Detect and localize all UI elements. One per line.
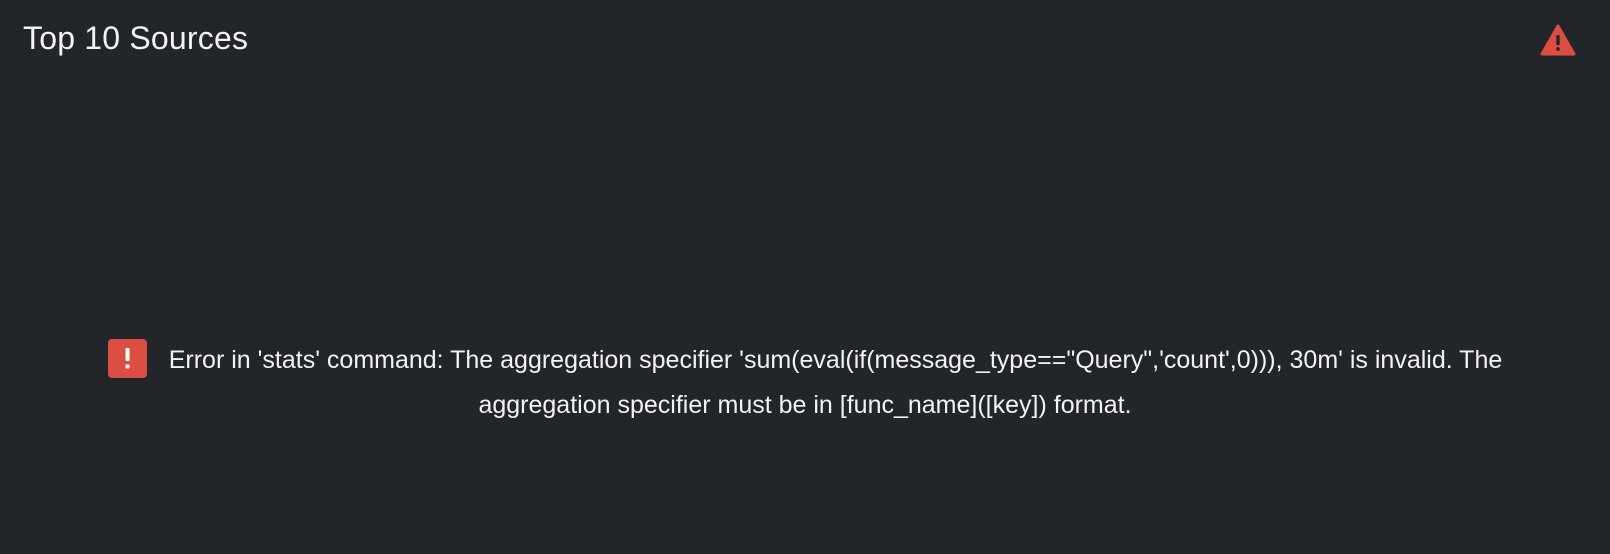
dashboard-panel: Top 10 Sources Error in 'stats' command:… — [0, 0, 1610, 554]
warning-triangle-icon[interactable] — [1540, 24, 1576, 56]
error-message-line: Error in 'stats' command: The aggregatio… — [90, 338, 1520, 428]
panel-title: Top 10 Sources — [23, 20, 249, 56]
error-message-text: Error in 'stats' command: The aggregatio… — [168, 346, 1503, 419]
error-message-block: Error in 'stats' command: The aggregatio… — [90, 338, 1520, 428]
error-exclamation-icon — [107, 338, 147, 378]
